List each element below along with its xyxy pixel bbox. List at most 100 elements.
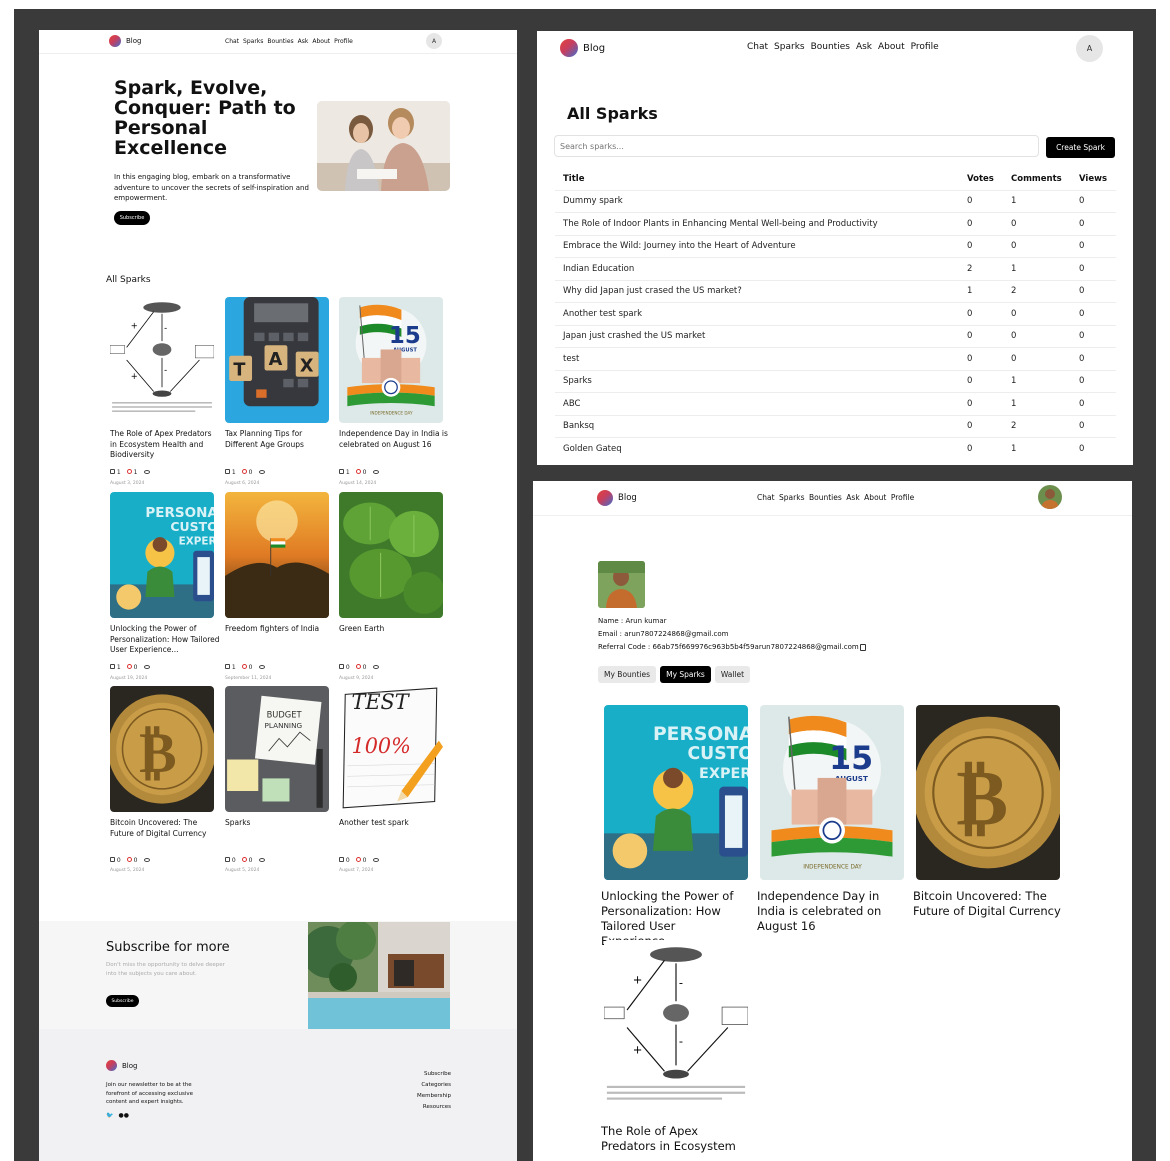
user-avatar[interactable]: A (426, 33, 442, 49)
spark-card[interactable]: TEST 100% Another test spark 0 0 August 7, … (339, 686, 449, 876)
cell-title[interactable]: Why did Japan just crased the US market? (555, 279, 967, 303)
card-title[interactable]: Independence Day in India is celebrated … (339, 429, 449, 450)
spark-card[interactable]: BUDGET PLANNING Sparks 0 0 August 5, 2024 (225, 686, 335, 876)
spark-card[interactable]: PERSONALICUSTOEXPERI Unlocking the Power … (110, 492, 220, 682)
card-title[interactable]: Another test spark (339, 818, 449, 829)
comment-stat[interactable]: 0 (241, 664, 253, 671)
user-avatar[interactable]: A (1076, 35, 1103, 62)
cell-title[interactable]: Dummy spark (555, 189, 967, 213)
footer-link-resources[interactable]: Resources (417, 1102, 451, 1113)
table-row[interactable]: Banksq 0 2 0 (555, 414, 1116, 438)
brand-logo[interactable]: Blog (597, 490, 637, 506)
nav-bounties[interactable]: Bounties (811, 42, 850, 52)
comment-stat[interactable]: 0 (355, 857, 367, 864)
comment-stat[interactable]: 0 (241, 857, 253, 864)
cell-title[interactable]: ABC (555, 392, 967, 415)
comment-stat[interactable]: 0 (126, 664, 138, 671)
table-row[interactable]: Dummy spark 0 1 0 (555, 189, 1116, 213)
card-title[interactable]: Bitcoin Uncovered: The Future of Digital… (913, 889, 1061, 919)
cell-title[interactable]: The Role of Indoor Plants in Enhancing M… (555, 212, 967, 235)
search-input[interactable] (554, 135, 1039, 157)
vote-stat[interactable]: 0 (225, 857, 236, 864)
footer-link-subscribe[interactable]: Subscribe (417, 1069, 451, 1080)
table-row[interactable]: Embrace the Wild: Journey into the Heart… (555, 234, 1116, 258)
cell-title[interactable]: Golden Gateq (555, 437, 967, 460)
my-spark-card[interactable]: ₿ Bitcoin Uncovered: The Future of Digita… (913, 705, 1066, 930)
vote-stat[interactable]: 1 (225, 469, 236, 476)
card-title[interactable]: The Role of Apex Predators in Ecosystem (601, 1124, 749, 1154)
spark-card[interactable]: Green Earth 0 0 August 9, 2024 (339, 492, 449, 682)
nav-chat[interactable]: Chat (757, 493, 775, 502)
footer-link-membership[interactable]: Membership (417, 1091, 451, 1102)
footer-link-categories[interactable]: Categories (417, 1080, 451, 1091)
cell-title[interactable]: Banksq (555, 414, 967, 438)
spark-card[interactable]: T A X Tax Planning Tips for Different Age G… (225, 297, 335, 487)
card-title[interactable]: Tax Planning Tips for Different Age Grou… (225, 429, 335, 450)
nav-chat[interactable]: Chat (225, 38, 239, 45)
cell-title[interactable]: Japan just crashed the US market (555, 324, 967, 348)
col-votes[interactable]: Votes (967, 168, 1011, 190)
comment-stat[interactable]: 0 (126, 857, 138, 864)
comment-stat[interactable]: 0 (241, 469, 253, 476)
comment-stat[interactable]: 0 (355, 469, 367, 476)
brand-logo[interactable]: Blog (560, 39, 605, 57)
tab-my-bounties[interactable]: My Bounties (598, 666, 657, 683)
card-title[interactable]: Green Earth (339, 624, 449, 635)
vote-stat[interactable]: 1 (110, 469, 121, 476)
tab-my-sparks[interactable]: My Sparks (660, 666, 711, 683)
hero-subscribe-button[interactable]: Subscribe (114, 211, 150, 225)
brand-logo[interactable]: Blog (109, 35, 141, 47)
card-title[interactable]: Sparks (225, 818, 335, 829)
table-row[interactable]: Indian Education 2 1 0 (555, 257, 1116, 280)
cell-title[interactable]: Indian Education (555, 257, 967, 280)
table-row[interactable]: The Role of Indoor Plants in Enhancing M… (555, 212, 1116, 235)
table-row[interactable]: ABC 0 1 0 (555, 392, 1116, 415)
footer-brand[interactable]: Blog (106, 1060, 137, 1071)
cell-title[interactable]: Embrace the Wild: Journey into the Heart… (555, 234, 967, 258)
nav-chat[interactable]: Chat (747, 42, 768, 52)
card-title[interactable]: The Role of Apex Predators in Ecosystem … (110, 429, 220, 461)
nav-ask[interactable]: Ask (298, 38, 309, 45)
spark-card[interactable]: ₿ Bitcoin Uncovered: The Future of Digita… (110, 686, 220, 876)
col-title[interactable]: Title (555, 168, 967, 190)
vote-stat[interactable]: 0 (110, 857, 121, 864)
nav-sparks[interactable]: Sparks (774, 42, 805, 52)
nav-about[interactable]: About (878, 42, 905, 52)
vote-stat[interactable]: 1 (339, 469, 350, 476)
card-title[interactable]: Unlocking the Power of Personalization: … (110, 624, 220, 656)
create-spark-button[interactable]: Create Spark (1046, 137, 1115, 158)
table-row[interactable]: Another test spark 0 0 0 (555, 302, 1116, 325)
nav-profile[interactable]: Profile (911, 42, 939, 52)
card-title[interactable]: Bitcoin Uncovered: The Future of Digital… (110, 818, 220, 839)
comment-stat[interactable]: 1 (126, 469, 138, 476)
cell-title[interactable]: test (555, 347, 967, 370)
nav-ask[interactable]: Ask (856, 42, 872, 52)
nav-profile[interactable]: Profile (334, 38, 353, 45)
medium-icon[interactable]: ●● (118, 1112, 128, 1119)
vote-stat[interactable]: 0 (339, 664, 350, 671)
vote-stat[interactable]: 1 (110, 664, 121, 671)
card-title[interactable]: Independence Day in India is celebrated … (757, 889, 905, 934)
my-spark-card[interactable]: + - + - The Role of Apex Predators in Ecosys… (601, 940, 754, 1161)
col-views[interactable]: Views (1079, 168, 1116, 190)
nav-sparks[interactable]: Sparks (243, 38, 263, 45)
subscribe-more-button[interactable]: Subscribe (106, 995, 139, 1007)
my-spark-card[interactable]: 15 AUGUST INDEPENDENCE DAY Independence Day… (757, 705, 910, 933)
user-avatar[interactable] (1038, 485, 1062, 509)
table-row[interactable]: Japan just crashed the US market 0 0 0 (555, 324, 1116, 348)
table-row[interactable]: Why did Japan just crased the US market?… (555, 279, 1116, 303)
cell-title[interactable]: Sparks (555, 369, 967, 393)
spark-card[interactable]: + - + - The Role of Apex Predators in Ecosys… (110, 297, 220, 487)
nav-bounties[interactable]: Bounties (267, 38, 293, 45)
comment-stat[interactable]: 0 (355, 664, 367, 671)
table-row[interactable]: Golden Gateq 0 1 0 (555, 437, 1116, 460)
twitter-icon[interactable]: 🐦 (106, 1112, 113, 1119)
nav-profile[interactable]: Profile (891, 493, 914, 502)
copy-icon[interactable] (859, 643, 866, 651)
vote-stat[interactable]: 1 (225, 664, 236, 671)
table-row[interactable]: test 0 0 0 (555, 347, 1116, 370)
spark-card[interactable]: 15 AUGUST INDEPENDENCE DAY Independence Day… (339, 297, 449, 487)
vote-stat[interactable]: 0 (339, 857, 350, 864)
nav-bounties[interactable]: Bounties (809, 493, 842, 502)
nav-about[interactable]: About (864, 493, 886, 502)
